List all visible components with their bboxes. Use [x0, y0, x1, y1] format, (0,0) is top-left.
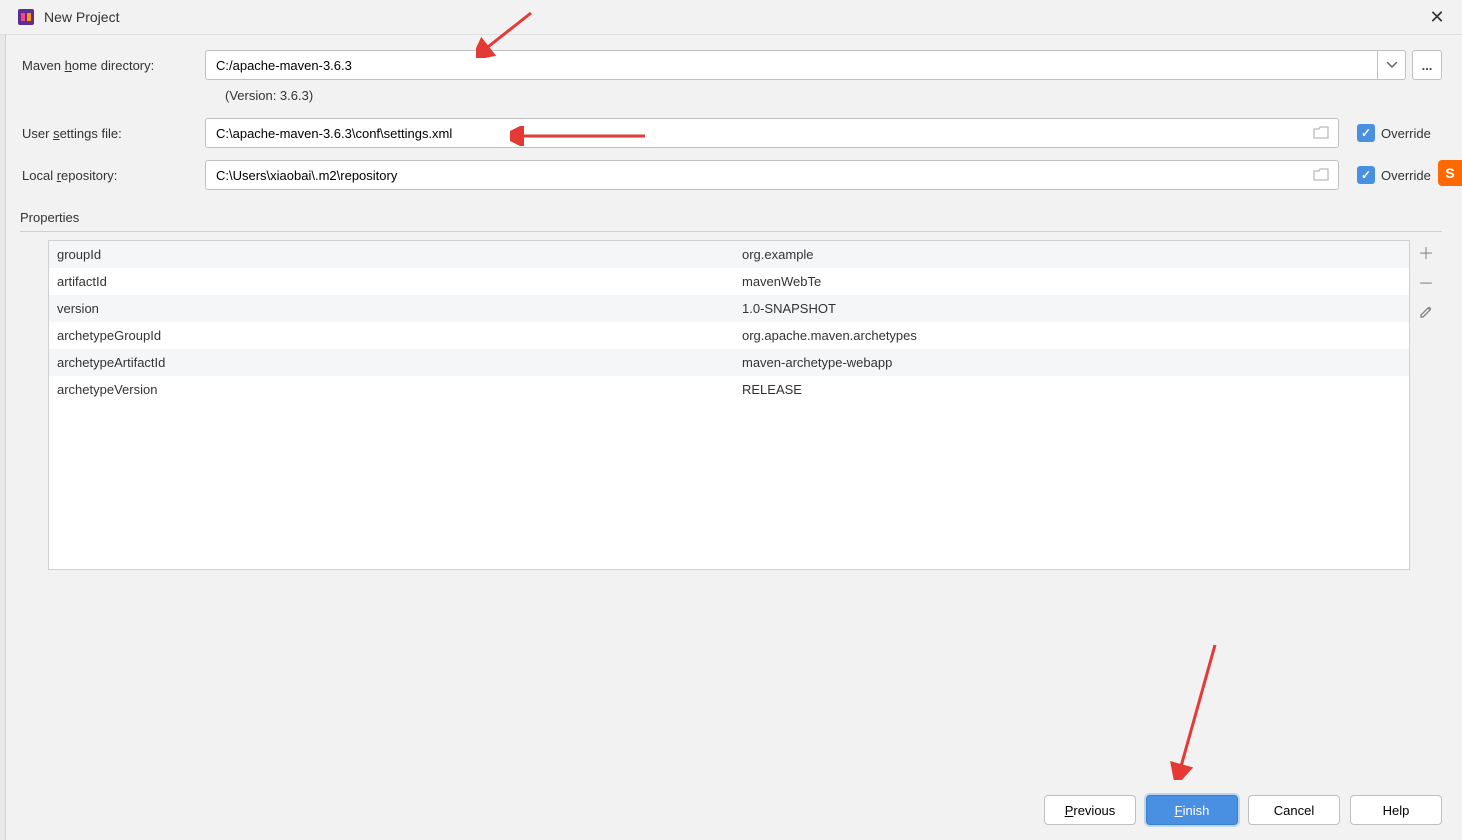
local-repo-row: Local repository: ✓ Override: [20, 160, 1442, 190]
titlebar: New Project ✕: [0, 0, 1462, 35]
content-area: Maven home directory: ... (Version: 3.6.…: [0, 35, 1462, 570]
folder-icon[interactable]: [1308, 120, 1334, 146]
add-property-button[interactable]: ＋: [1414, 240, 1438, 264]
prop-val: 1.0-SNAPSHOT: [734, 301, 1409, 316]
maven-home-row: Maven home directory: ...: [20, 50, 1442, 80]
table-row[interactable]: artifactId mavenWebTe: [49, 268, 1409, 295]
table-row[interactable]: archetypeVersion RELEASE: [49, 376, 1409, 403]
folder-icon[interactable]: [1308, 162, 1334, 188]
properties-tools: ＋ －: [1410, 232, 1442, 570]
prop-key: archetypeGroupId: [49, 328, 734, 343]
local-repo-input[interactable]: [206, 168, 1308, 183]
table-row[interactable]: groupId org.example: [49, 241, 1409, 268]
override-settings-checkbox[interactable]: ✓: [1357, 124, 1375, 142]
previous-button[interactable]: Previous: [1044, 795, 1136, 825]
override-repo-checkbox[interactable]: ✓: [1357, 166, 1375, 184]
prop-key: groupId: [49, 247, 734, 262]
sogou-ime-badge: S: [1438, 160, 1462, 186]
window-title: New Project: [44, 9, 1422, 25]
properties-panel: groupId org.example artifactId mavenWebT…: [20, 232, 1442, 570]
maven-home-combo[interactable]: [205, 50, 1406, 80]
maven-home-more-button[interactable]: ...: [1412, 50, 1442, 80]
button-bar: Previous Finish Cancel Help: [1044, 795, 1442, 825]
table-row[interactable]: archetypeGroupId org.apache.maven.archet…: [49, 322, 1409, 349]
prop-key: archetypeArtifactId: [49, 355, 734, 370]
left-strip: [0, 35, 6, 840]
maven-version-label: (Version: 3.6.3): [225, 88, 1442, 103]
prop-key: version: [49, 301, 734, 316]
properties-table[interactable]: groupId org.example artifactId mavenWebT…: [48, 240, 1410, 570]
prop-val: org.example: [734, 247, 1409, 262]
prop-val: maven-archetype-webapp: [734, 355, 1409, 370]
override-settings-label: Override: [1381, 126, 1431, 141]
edit-property-button[interactable]: [1414, 300, 1438, 324]
cancel-button[interactable]: Cancel: [1248, 795, 1340, 825]
annotation-arrow: [1170, 640, 1230, 780]
prop-val: org.apache.maven.archetypes: [734, 328, 1409, 343]
prop-val: mavenWebTe: [734, 274, 1409, 289]
user-settings-label: User settings file:: [20, 126, 205, 141]
prop-val: RELEASE: [734, 382, 1409, 397]
properties-header: Properties: [20, 210, 1442, 232]
override-repo-label: Override: [1381, 168, 1431, 183]
local-repo-label: Local repository:: [20, 168, 205, 183]
chevron-down-icon[interactable]: [1377, 51, 1405, 79]
prop-key: archetypeVersion: [49, 382, 734, 397]
app-icon: [16, 7, 36, 27]
table-row[interactable]: archetypeArtifactId maven-archetype-weba…: [49, 349, 1409, 376]
local-repo-input-wrap[interactable]: [205, 160, 1339, 190]
help-button[interactable]: Help: [1350, 795, 1442, 825]
user-settings-input[interactable]: [206, 126, 1308, 141]
remove-property-button[interactable]: －: [1414, 270, 1438, 294]
maven-home-input[interactable]: [206, 58, 1377, 73]
table-row[interactable]: version 1.0-SNAPSHOT: [49, 295, 1409, 322]
user-settings-input-wrap[interactable]: [205, 118, 1339, 148]
close-icon[interactable]: ✕: [1422, 2, 1452, 32]
maven-home-label: Maven home directory:: [20, 58, 205, 73]
prop-key: artifactId: [49, 274, 734, 289]
finish-button[interactable]: Finish: [1146, 795, 1238, 825]
user-settings-row: User settings file: ✓ Override: [20, 118, 1442, 148]
